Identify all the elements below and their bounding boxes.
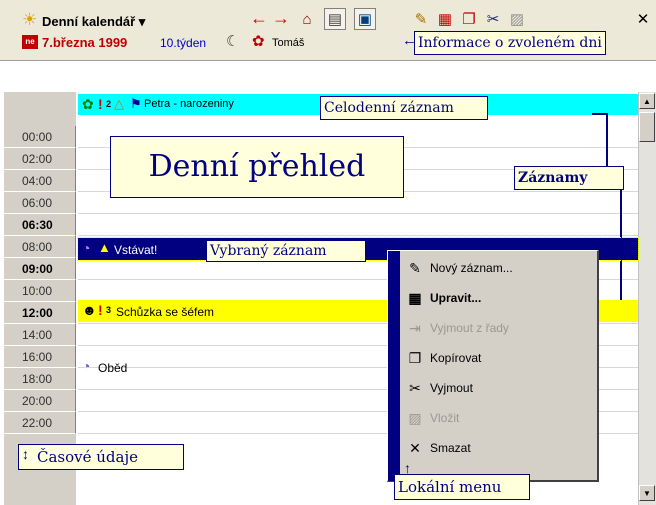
menu-side-strip [388,251,400,481]
callout-allday: Celodenní záznam [320,96,488,120]
copy-icon[interactable]: ❐ [458,8,480,30]
menu-item[interactable]: ✎ Nový záznam... [409,255,513,281]
callout-overview: Denní přehled [110,136,404,198]
scroll-up-arrow-icon[interactable]: ▲ [639,93,655,109]
row-divider [78,213,638,214]
callout-time: Časové údaje [18,444,184,470]
menu-item[interactable]: ✕ Smazat [409,435,471,461]
time-label: 18:00 [4,368,76,390]
flag-icon: ⚑ [130,96,142,111]
name-day-flower-icon: ✿ [252,33,265,50]
time-label: 02:00 [4,148,76,170]
updown-arrow-icon: ↕ [22,446,29,462]
calendar-icon: ne [22,35,38,49]
time-label: 06:00 [4,192,76,214]
menu-item-label: Vyjmout [430,381,473,395]
week-label: 10.týden [160,36,207,50]
menu-item-label: Vyjmout z řady [430,321,509,335]
remove-series-icon: ⇥ [409,320,421,336]
alarm-bell-icon: ▲ [98,240,111,255]
callout-info: Informace o zvoleném dni [414,31,606,55]
alarm-bell-icon: △ [114,96,124,111]
menu-item[interactable]: ⇥ Vyjmout z řady [409,315,509,341]
context-menu: ✎ Nový záznam... ▦ Upravit... ⇥ Vyjmout z řad… [387,250,599,482]
copy-icon: ❐ [408,350,422,366]
paste-icon: ▨ [408,410,422,426]
entry-label-wake[interactable]: Vstávat! [114,243,157,257]
day-view-icon[interactable]: ▤ [324,8,346,30]
cut-icon[interactable]: ✂ [482,8,504,30]
meeting-entry-row-tail[interactable] [598,300,638,322]
callout-selected: Vybraný záznam [206,240,366,262]
menu-item[interactable]: ▨ Vložit [408,405,460,431]
time-label: 12:00 [4,302,76,324]
flower-icon: ✿ [82,96,94,112]
edit-icon[interactable]: ▦ [434,8,456,30]
callout-records: Záznamy [514,166,624,190]
menu-item-label: Smazat [430,441,471,455]
row-divider [78,235,638,236]
menu-item-label: Nový záznam... [430,261,513,275]
time-label: 14:00 [4,324,76,346]
edit-icon: ▦ [408,290,422,306]
time-label: 22:00 [4,412,76,434]
time-label: 16:00 [4,346,76,368]
priority-icon: ! [98,302,103,318]
menu-item-label: Upravit... [430,291,482,305]
delete-icon: ✕ [409,440,421,456]
priority-number: 2 [106,99,112,109]
connector-line [606,113,608,167]
delete-icon[interactable]: ✕ [632,8,654,30]
entry-label-meeting[interactable]: Schůzka se šéfem [116,305,214,319]
time-label: 00:00 [4,126,76,148]
menu-item[interactable]: ❐ Kopírovat [409,345,482,371]
clock-icon: ◔ [82,240,91,256]
priority-icon: ! [98,96,103,112]
arrow-right-icon[interactable]: → [272,8,290,29]
person-icon: ☻ [82,302,97,318]
new-record-icon: ✎ [409,260,421,276]
time-label: 08:00 [4,236,76,258]
time-label: 10:00 [4,280,76,302]
time-label: 09:00 [4,258,76,280]
allday-label[interactable]: Petra - narozeniny [144,98,234,110]
scrollbar[interactable] [638,92,656,505]
priority-number: 3 [106,305,112,315]
menu-item-label: Vložit [430,411,460,425]
cut-icon: ✂ [409,380,421,396]
toolbar: ☀ Denní kalendář ▾ ← → ⌂ ▤ ▣ ✎ ▦ ❐ ✂ ▨ ✕… [0,0,656,61]
time-label: 04:00 [4,170,76,192]
overview-icon[interactable]: ▣ [354,8,376,30]
moon-icon: ☾ [226,33,240,50]
app-title-dropdown[interactable]: Denní kalendář ▾ [42,14,145,30]
calendar-sun-icon: ☀ [22,10,38,29]
date-label: 7.března 1999 [42,35,128,50]
scroll-down-arrow-icon[interactable]: ▼ [639,485,655,501]
today-icon[interactable]: ⌂ [296,8,318,30]
scroll-thumb[interactable] [639,112,655,142]
menu-item-label: Kopírovat [430,351,482,365]
menu-item[interactable]: ▦ Upravit... [408,285,482,311]
time-label: 20:00 [4,390,76,412]
clock-icon: ◔ [82,358,91,374]
time-label: 06:30 [4,214,76,236]
entry-label-lunch[interactable]: Oběd [98,361,127,375]
paste-icon[interactable]: ▨ [506,8,528,30]
menu-item[interactable]: ✂ Vyjmout [409,375,473,401]
new-record-icon[interactable]: ✎ [410,8,432,30]
connector-line [592,113,608,115]
arrow-left-icon[interactable]: ← [250,8,268,29]
user-label: Tomáš [272,37,305,49]
callout-local-menu: Lokální menu [394,474,530,500]
